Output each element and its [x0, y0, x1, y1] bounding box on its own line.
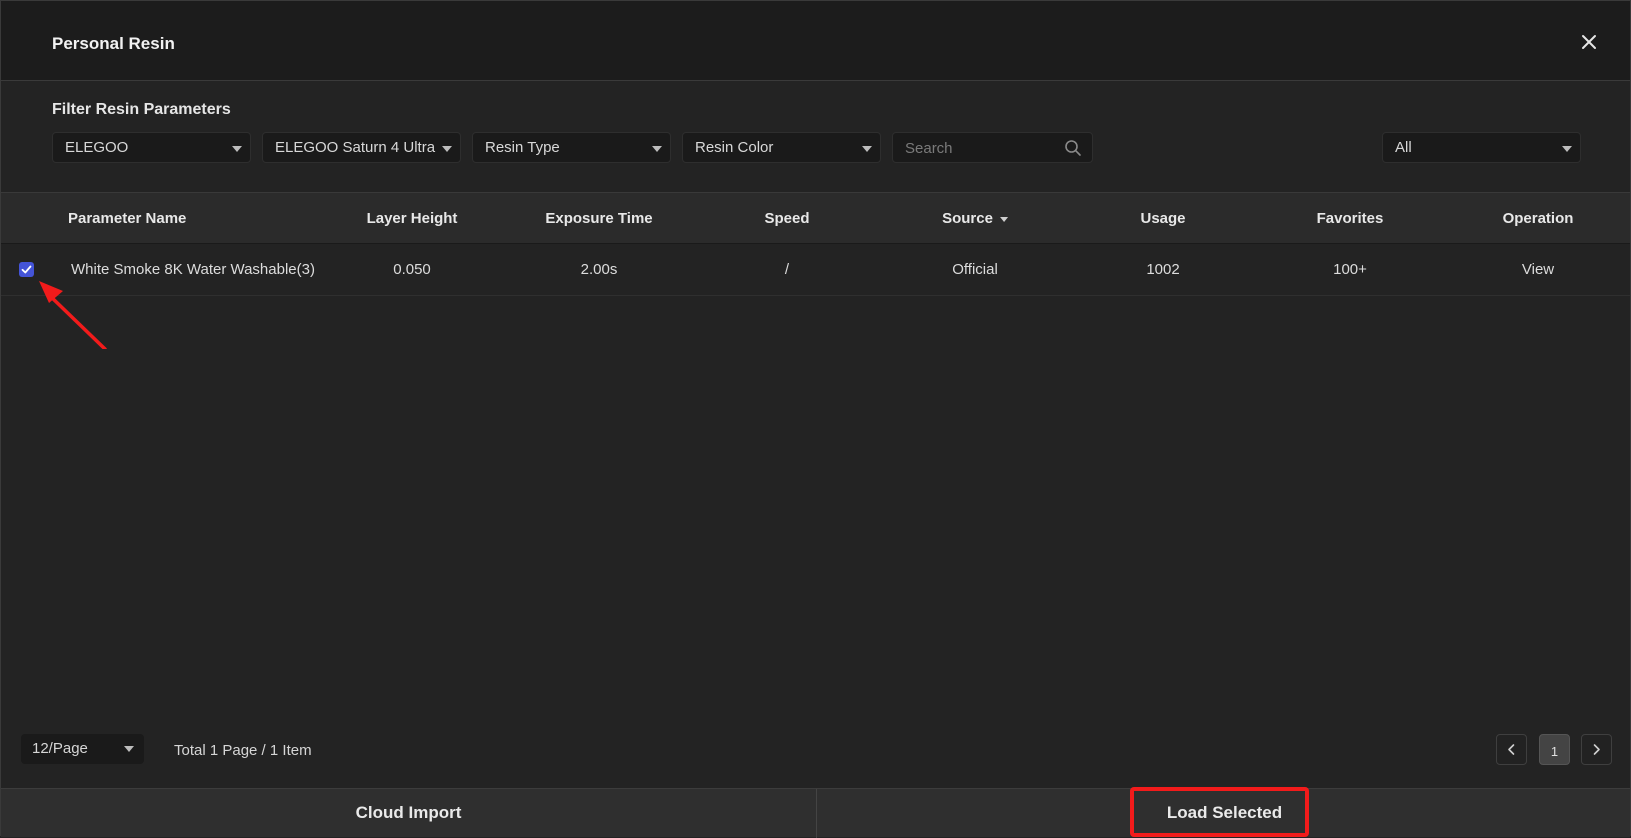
- cell-exposure-time: 2.00s: [580, 261, 618, 278]
- chevron-down-icon: [862, 146, 872, 152]
- pagination-summary: Total 1 Page / 1 Item: [174, 742, 312, 759]
- scope-select[interactable]: All: [1382, 132, 1581, 163]
- title-bar: Personal Resin: [1, 1, 1630, 81]
- brand-select-value: ELEGOO: [65, 139, 129, 156]
- page-size-select[interactable]: 12/Page: [21, 734, 144, 764]
- column-header-usage: Usage: [1140, 210, 1186, 227]
- column-header-source[interactable]: Source: [942, 193, 1008, 245]
- column-header-exposure-time: Exposure Time: [545, 210, 653, 227]
- cloud-import-button[interactable]: Cloud Import: [1, 789, 816, 837]
- table-header: Parameter Name Layer Height Exposure Tim…: [1, 192, 1630, 244]
- personal-resin-dialog: Personal Resin Filter Resin Parameters E…: [0, 0, 1631, 838]
- cell-favorites: 100+: [1333, 261, 1367, 278]
- search-input[interactable]: [903, 133, 1057, 164]
- chevron-down-icon: [124, 746, 134, 752]
- next-page-button[interactable]: [1581, 734, 1612, 765]
- dialog-footer: Cloud Import Load Selected: [1, 788, 1630, 838]
- column-header-favorites: Favorites: [1316, 210, 1384, 227]
- cell-source: Official: [952, 261, 998, 278]
- page-1-button[interactable]: 1: [1539, 734, 1570, 765]
- cell-speed: /: [784, 261, 790, 278]
- column-header-source-label: Source: [942, 210, 993, 227]
- resin-color-select[interactable]: Resin Color: [682, 132, 881, 163]
- column-header-operation: Operation: [1502, 210, 1574, 227]
- resin-type-select-value: Resin Type: [485, 139, 560, 156]
- chevron-down-icon: [232, 146, 242, 152]
- cell-usage: 1002: [1146, 261, 1180, 278]
- prev-page-button[interactable]: [1496, 734, 1527, 765]
- load-selected-highlight: [1130, 787, 1309, 837]
- dialog-title: Personal Resin: [52, 34, 175, 53]
- column-header-parameter-name: Parameter Name: [68, 210, 187, 227]
- table-row[interactable]: White Smoke 8K Water Washable(3) 0.050 2…: [1, 244, 1630, 296]
- arrow-annotation: [39, 281, 107, 349]
- printer-select[interactable]: ELEGOO Saturn 4 Ultra: [262, 132, 461, 163]
- resin-type-select[interactable]: Resin Type: [472, 132, 671, 163]
- column-header-speed: Speed: [764, 210, 810, 227]
- chevron-left-icon: [1508, 744, 1515, 755]
- filter-heading: Filter Resin Parameters: [52, 101, 231, 118]
- view-link[interactable]: View: [1522, 244, 1554, 296]
- scope-select-value: All: [1395, 139, 1412, 156]
- column-header-layer-height: Layer Height: [366, 210, 458, 227]
- brand-select[interactable]: ELEGOO: [52, 132, 251, 163]
- printer-select-value: ELEGOO Saturn 4 Ultra: [275, 139, 436, 156]
- sort-caret-icon[interactable]: [999, 216, 1008, 222]
- close-icon: [1582, 35, 1596, 49]
- search-box: [892, 132, 1093, 164]
- chevron-right-icon: [1593, 744, 1600, 755]
- close-button[interactable]: [1578, 31, 1600, 53]
- chevron-down-icon: [1562, 146, 1572, 152]
- search-icon[interactable]: [1064, 139, 1082, 157]
- chevron-down-icon: [652, 146, 662, 152]
- resin-color-select-value: Resin Color: [695, 139, 774, 156]
- page-size-value: 12/Page: [32, 740, 88, 757]
- chevron-down-icon: [442, 146, 452, 152]
- cell-layer-height: 0.050: [393, 261, 431, 278]
